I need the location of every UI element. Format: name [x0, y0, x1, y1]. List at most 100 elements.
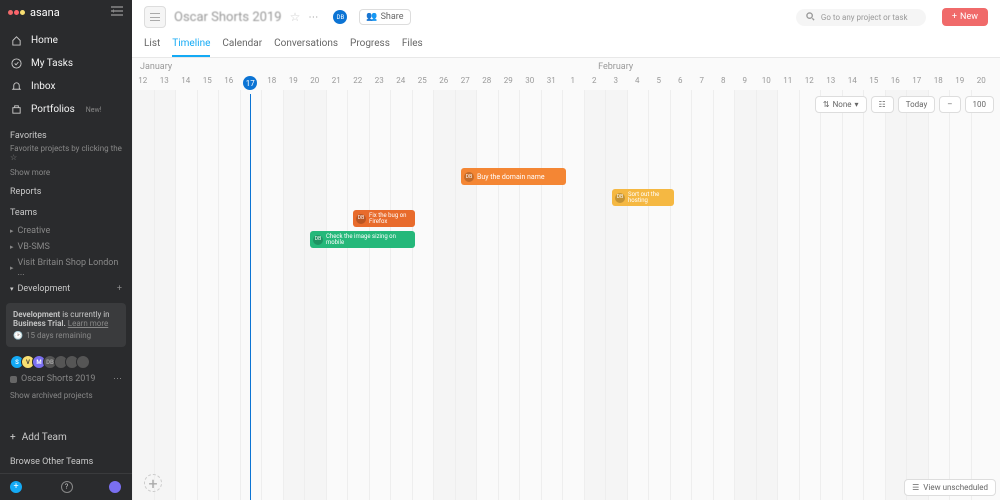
task-bar-check-image[interactable]: DB Check the image sizing on mobile [310, 231, 415, 248]
add-task-fab[interactable]: + [144, 474, 162, 492]
project-row[interactable]: Oscar Shorts 2019⋯ [0, 371, 132, 387]
tab-timeline[interactable]: Timeline [172, 34, 210, 57]
plus-icon: + [10, 432, 16, 443]
project-member-avatar[interactable]: DB [333, 10, 347, 24]
search-placeholder: Go to any project or task [821, 13, 908, 22]
day-column-header: 10 [756, 76, 778, 90]
grid-column [197, 90, 219, 500]
reports-title: Reports [10, 187, 122, 197]
day-column-header: 16 [885, 76, 907, 90]
new-button[interactable]: +New [942, 8, 988, 26]
day-column-header: 19 [283, 76, 305, 90]
people-icon: 👥 [366, 12, 377, 22]
tab-list[interactable]: List [144, 34, 160, 57]
day-column-header: 17 [240, 76, 262, 90]
timeline[interactable]: January February 12131415161718192021222… [132, 58, 1000, 500]
project-icon[interactable] [144, 6, 166, 28]
tab-calendar[interactable]: Calendar [222, 34, 262, 57]
learn-more-link[interactable]: Learn more [68, 319, 108, 328]
collapse-sidebar-icon[interactable] [110, 6, 124, 19]
assignee-avatar: DB [313, 235, 323, 245]
grid-column [842, 90, 864, 500]
team-item-creative[interactable]: ▸Creative [0, 223, 132, 239]
day-column-header: 27 [455, 76, 477, 90]
task-label: Buy the domain name [477, 173, 545, 181]
day-column-header: 30 [519, 76, 541, 90]
grid-column [412, 90, 434, 500]
day-column-header: 16 [218, 76, 240, 90]
search-icon [806, 12, 815, 23]
nav-home[interactable]: Home [0, 29, 132, 52]
plus-icon[interactable]: + [117, 284, 122, 294]
help-icon[interactable]: ? [61, 481, 73, 493]
task-bar-fix-bug[interactable]: DB Fix the bug on Firefox [353, 210, 415, 227]
search-input[interactable]: Go to any project or task [796, 9, 926, 26]
grid-column [541, 90, 563, 500]
today-button[interactable]: Today [898, 96, 936, 113]
avatar[interactable] [76, 355, 90, 369]
view-unscheduled-button[interactable]: ☰ View unscheduled [904, 479, 996, 496]
task-bar-buy-domain[interactable]: DB Buy the domain name [461, 168, 566, 185]
day-header: 1213141516171819202122232425262728293031… [132, 76, 992, 90]
show-more-favorites[interactable]: Show more [0, 164, 132, 181]
list-icon: ☰ [912, 483, 919, 492]
grid-column [734, 90, 756, 500]
nav-my-tasks[interactable]: My Tasks [0, 52, 132, 75]
nav-inbox[interactable]: Inbox [0, 75, 132, 98]
star-icon[interactable]: ☆ [290, 10, 301, 24]
assignee-avatar: DB [615, 193, 625, 203]
grid-column [756, 90, 778, 500]
project-title[interactable]: Oscar Shorts 2019 [174, 10, 282, 25]
tab-conversations[interactable]: Conversations [274, 34, 338, 57]
chevron-down-icon: ▾ [855, 100, 859, 109]
grid-column [691, 90, 713, 500]
grid-column [949, 90, 971, 500]
day-column-header: 15 [197, 76, 219, 90]
chevron-right-icon: ▸ [10, 243, 14, 251]
team-item-visitbritain[interactable]: ▸Visit Britain Shop London ... [0, 255, 132, 281]
grid-column [433, 90, 455, 500]
plus-icon[interactable]: + [10, 481, 22, 493]
more-icon[interactable]: ⋯ [308, 12, 319, 23]
user-avatar[interactable] [108, 480, 122, 494]
day-column-header: 4 [627, 76, 649, 90]
grid-column [519, 90, 541, 500]
tab-progress[interactable]: Progress [350, 34, 390, 57]
nav-label: Inbox [31, 81, 55, 92]
zoom-out-button[interactable]: – [939, 96, 960, 113]
main-content: Oscar Shorts 2019 ☆ ⋯ DB 👥Share Go to an… [132, 0, 1000, 500]
day-column-header: 3 [605, 76, 627, 90]
color-dropdown[interactable]: ☷ [871, 96, 894, 113]
more-icon[interactable]: ⋯ [113, 374, 122, 384]
logo[interactable]: asana [8, 6, 110, 19]
grid-column [390, 90, 412, 500]
browse-teams-link[interactable]: Browse Other Teams [0, 451, 132, 473]
share-button[interactable]: 👥Share [359, 9, 410, 25]
month-label: February [598, 62, 633, 76]
nav-label: Portfolios [31, 104, 75, 115]
day-column-header: 18 [261, 76, 283, 90]
team-item-development[interactable]: ▾Development+ [0, 281, 132, 297]
team-item-vbsms[interactable]: ▸VB-SMS [0, 239, 132, 255]
grid-column [218, 90, 240, 500]
chevron-right-icon: ▸ [10, 264, 14, 272]
teams-section: Teams [0, 202, 132, 223]
show-archived-link[interactable]: Show archived projects [0, 387, 132, 404]
task-bar-sort-hosting[interactable]: DB Sort out the hosting [612, 189, 674, 206]
grid-column [605, 90, 627, 500]
sort-dropdown[interactable]: ⇅None▾ [815, 96, 867, 113]
tab-files[interactable]: Files [402, 34, 423, 57]
nav-label: Home [31, 35, 58, 46]
grid-column [261, 90, 283, 500]
nav-portfolios[interactable]: Portfolios New! [0, 98, 132, 121]
add-team-button[interactable]: +Add Team [10, 432, 122, 443]
day-column-header: 24 [390, 76, 412, 90]
day-column-header: 2 [584, 76, 606, 90]
nav-label: My Tasks [31, 58, 73, 69]
trial-banner: Development is currently in Business Tri… [6, 303, 126, 347]
zoom-percent[interactable]: 100 [965, 96, 995, 113]
today-marker [250, 94, 251, 500]
day-column-header: 26 [433, 76, 455, 90]
day-column-header: 9 [734, 76, 756, 90]
day-column-header: 17 [906, 76, 928, 90]
